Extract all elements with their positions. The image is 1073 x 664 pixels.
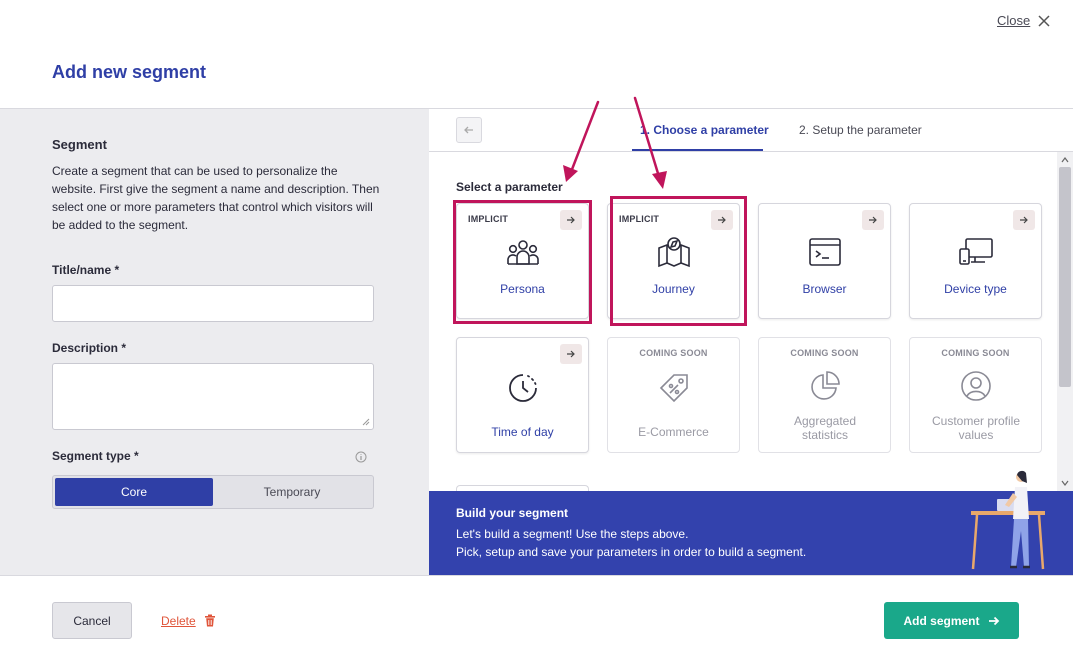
- title-input[interactable]: [52, 285, 374, 322]
- clock-icon: [508, 374, 537, 402]
- coming-soon-tag: COMING SOON: [941, 348, 1010, 358]
- highlight-box-journey: [610, 196, 747, 326]
- devices-icon: [958, 238, 993, 265]
- arrow-right-icon[interactable]: [1013, 210, 1035, 230]
- banner-title: Build your segment: [456, 506, 569, 520]
- trash-icon[interactable]: [204, 614, 216, 627]
- arrow-left-icon: [464, 126, 473, 134]
- segment-description-text: Create a segment that can be used to per…: [52, 164, 380, 232]
- segment-form-panel: Segment Create a segment that can be use…: [0, 109, 429, 575]
- segment-type-toggle: Core Temporary: [52, 475, 374, 509]
- description-label: Description *: [52, 341, 127, 355]
- card-label: Customer profile values: [931, 414, 1021, 442]
- segment-type-temporary[interactable]: Temporary: [213, 478, 371, 506]
- info-icon[interactable]: [355, 451, 367, 463]
- segment-type-label: Segment type *: [52, 449, 139, 463]
- highlight-box-persona: [453, 200, 592, 324]
- parameter-card-time-of-day[interactable]: Time of day: [456, 337, 589, 453]
- parameter-card-device-type[interactable]: Device type: [909, 203, 1042, 319]
- add-segment-label: Add segment: [903, 613, 980, 628]
- tab-choose-parameter[interactable]: 1. Choose a parameter: [640, 123, 769, 137]
- cancel-button[interactable]: Cancel: [52, 602, 132, 639]
- coming-soon-tag: COMING SOON: [790, 348, 859, 358]
- segment-type-core[interactable]: Core: [55, 478, 213, 506]
- page-title: Add new segment: [52, 62, 207, 82]
- parameter-card-aggregated-statistics: COMING SOON Aggregated statistics: [758, 337, 891, 453]
- segment-heading: Segment: [52, 137, 107, 152]
- title-label: Title/name *: [52, 263, 120, 277]
- arrow-right-icon: [988, 616, 999, 625]
- scroll-down-icon[interactable]: [1061, 479, 1069, 487]
- resize-grip-icon[interactable]: [362, 418, 370, 426]
- scroll-up-icon[interactable]: [1061, 156, 1069, 164]
- pie-chart-icon: [810, 371, 840, 400]
- close-icon[interactable]: [1036, 13, 1052, 29]
- arrow-right-icon[interactable]: [862, 210, 884, 230]
- add-segment-dialog: Close Add new segment Segment Create a s…: [0, 0, 1073, 664]
- close-link[interactable]: Close: [997, 13, 1030, 28]
- parameter-card-browser[interactable]: Browser: [758, 203, 891, 319]
- user-circle-icon: [960, 371, 991, 401]
- tabs-divider: [429, 151, 1073, 152]
- parameter-wizard: 1. Choose a parameter 2. Setup the param…: [429, 109, 1073, 575]
- card-label: Time of day: [491, 425, 554, 439]
- parameter-card-customer-profile-values: COMING SOON Customer profile values: [909, 337, 1042, 453]
- banner-text-line1: Let's build a segment! Use the steps abo…: [456, 527, 689, 541]
- banner-text-line2: Pick, setup and save your parameters in …: [456, 545, 807, 559]
- build-segment-banner: Build your segment Let's build a segment…: [429, 470, 1073, 575]
- parameter-card-ecommerce: COMING SOON E-Commerce: [607, 337, 740, 453]
- description-textarea[interactable]: [52, 363, 374, 430]
- person-at-desk-illustration: [971, 470, 1045, 570]
- card-label: Browser: [802, 282, 847, 296]
- select-parameter-label: Select a parameter: [456, 180, 563, 194]
- arrow-right-icon[interactable]: [560, 344, 582, 364]
- card-label: Aggregated statistics: [793, 414, 857, 442]
- scroll-thumb[interactable]: [1059, 167, 1071, 387]
- delete-link[interactable]: Delete: [161, 614, 196, 628]
- back-button[interactable]: [456, 117, 482, 143]
- price-tag-icon: [659, 374, 688, 403]
- footer-divider: [0, 575, 1073, 576]
- card-label: Device type: [944, 282, 1007, 296]
- terminal-window-icon: [808, 238, 841, 266]
- tab-setup-parameter[interactable]: 2. Setup the parameter: [799, 123, 922, 137]
- scrollbar[interactable]: [1057, 152, 1073, 491]
- coming-soon-tag: COMING SOON: [639, 348, 708, 358]
- card-label: E-Commerce: [638, 425, 709, 439]
- add-segment-button[interactable]: Add segment: [884, 602, 1019, 639]
